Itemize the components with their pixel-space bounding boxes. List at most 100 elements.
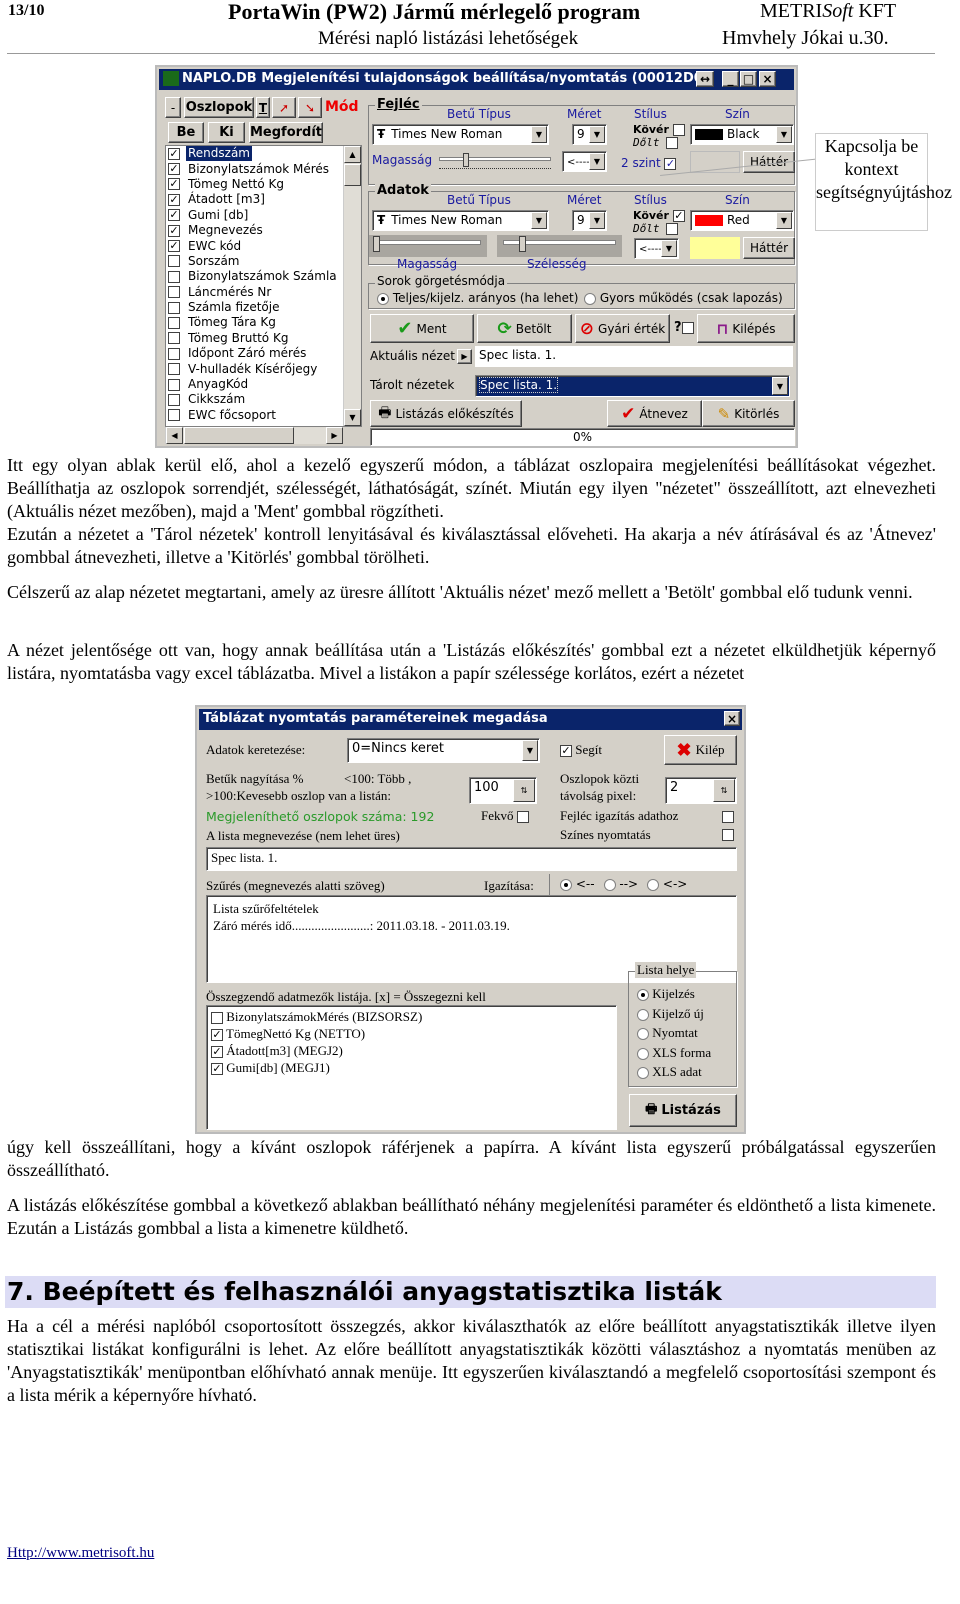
chevron-down-icon[interactable]: ▼	[661, 240, 677, 257]
header-italic[interactable]: Dőlt	[633, 136, 679, 149]
column-list-hscrollbar[interactable]: ◀ ▶	[165, 427, 343, 444]
all-off-button[interactable]: Ki	[208, 122, 245, 143]
column-list-item[interactable]: AnyagKód	[166, 377, 361, 392]
delete-button[interactable]: ✎ Kitörlés	[702, 400, 795, 427]
list-button[interactable]: 🖶 Listázás	[629, 1094, 737, 1127]
column-checkbox[interactable]: ✓	[168, 178, 180, 191]
column-checkbox[interactable]	[168, 316, 180, 329]
output-option[interactable]: Nyomtat	[637, 1023, 711, 1043]
column-checkbox[interactable]	[168, 347, 180, 360]
chevron-down-icon[interactable]: ▼	[589, 212, 605, 229]
alignment-option[interactable]: -->	[603, 877, 638, 896]
spin-arrows-icon[interactable]: ⇅	[713, 779, 735, 802]
column-list-item[interactable]: Tömeg Bruttó Kg	[166, 331, 361, 346]
output-radio[interactable]	[637, 1028, 649, 1041]
data-width-slider[interactable]	[497, 235, 622, 257]
column-list-item[interactable]: Számla fizetője	[166, 300, 361, 315]
alignment-radio[interactable]	[560, 878, 572, 891]
chevron-down-icon[interactable]: ▼	[776, 126, 792, 143]
sum-field-checkbox[interactable]	[211, 1012, 223, 1025]
scroll-thumb[interactable]	[344, 164, 361, 186]
column-list-item[interactable]: V-hulladék Kísérőjegy	[166, 361, 361, 376]
prepare-list-button[interactable]: 🖶 Listázás előkészítés	[370, 400, 522, 427]
column-checkbox[interactable]: ✓	[168, 147, 180, 160]
sum-field-checkbox[interactable]: ✓	[211, 1029, 223, 1042]
column-checkbox[interactable]: ✓	[168, 209, 180, 222]
scroll-option-fast[interactable]: Gyors működés (csak lapozás)	[584, 291, 783, 305]
scroll-left-button[interactable]: ◀	[166, 427, 183, 444]
column-checkbox[interactable]	[168, 301, 180, 314]
sum-field-item[interactable]: BizonylatszámokMérés (BIZSORSZ)	[211, 1008, 612, 1025]
column-list-item[interactable]: ✓ EWC kód	[166, 238, 361, 253]
output-radio[interactable]	[637, 1047, 649, 1060]
hscroll-thumb[interactable]	[184, 427, 294, 444]
footer-link[interactable]: Http://www.metrisoft.hu	[7, 1545, 154, 1562]
column-list-item[interactable]: ✓ Tömeg Nettó Kg	[166, 177, 361, 192]
data-font-select[interactable]: Ŧ Times New Roman ▼	[372, 210, 549, 231]
column-checkbox[interactable]	[168, 409, 180, 422]
data-color-select[interactable]: Red ▼	[690, 210, 794, 231]
column-checkbox[interactable]	[168, 332, 180, 345]
two-level-checkbox[interactable]: ✓	[664, 157, 677, 170]
header-italic-checkbox[interactable]	[666, 137, 679, 149]
close-button[interactable]: ×	[724, 711, 740, 726]
output-radio[interactable]	[637, 1067, 649, 1080]
chevron-down-icon[interactable]: ▼	[531, 212, 547, 229]
gap-spinner[interactable]: 2 ⇅	[665, 777, 737, 804]
chevron-down-icon[interactable]: ▼	[522, 740, 538, 761]
data-size-select[interactable]: 9 ▼	[572, 210, 607, 231]
landscape-checkbox[interactable]	[516, 811, 529, 824]
help-toggle[interactable]: ✓ Segít	[560, 742, 602, 758]
current-view-arrow-button[interactable]: ▶	[457, 349, 472, 364]
font-button[interactable]: T	[256, 97, 270, 118]
column-list-item[interactable]: Tömeg Tára Kg	[166, 315, 361, 330]
column-list-item[interactable]: EWC főcsoport	[166, 408, 361, 423]
load-button[interactable]: ⟳ Betölt	[477, 314, 572, 343]
sum-field-item[interactable]: ✓ Átadott[m3] (MEGJ2)	[211, 1042, 612, 1059]
header-height-slider[interactable]	[439, 153, 551, 169]
column-checkbox[interactable]	[168, 393, 180, 406]
sum-field-item[interactable]: ✓ TömegNettó Kg (NETTO)	[211, 1025, 612, 1042]
chevron-down-icon[interactable]: ▼	[589, 153, 605, 170]
sum-field-checkbox[interactable]: ✓	[211, 1046, 223, 1059]
column-list-item[interactable]: ✓ Átadott [m3]	[166, 192, 361, 207]
chevron-down-icon[interactable]: ▼	[776, 212, 792, 229]
column-checkbox[interactable]	[168, 270, 180, 283]
current-view-input[interactable]: Spec lista. 1.	[475, 346, 793, 367]
header-align-checkbox[interactable]	[722, 811, 734, 823]
column-list-scrollbar[interactable]: ▲ ▼	[343, 146, 361, 426]
sum-field-checkbox[interactable]: ✓	[211, 1063, 223, 1076]
alignment-option[interactable]: <--	[560, 877, 595, 896]
column-list-item[interactable]: Időpont Záró mérés	[166, 346, 361, 361]
factory-defaults-button[interactable]: ⊘ Gyári érték	[575, 314, 670, 343]
data-align-select[interactable]: <---- ▼	[634, 238, 679, 259]
maximize-button[interactable]: □	[740, 71, 757, 87]
chevron-down-icon[interactable]: ▼	[531, 126, 547, 143]
slider-thumb[interactable]	[519, 236, 526, 252]
alignment-option[interactable]: <->	[647, 877, 687, 896]
column-list-item[interactable]: Sorszám	[166, 254, 361, 269]
scroll-option-full[interactable]: Teljes/kijelz. arányos (ha lehet)	[377, 291, 578, 305]
exit-button[interactable]: ⊓ Kilépés	[697, 314, 795, 343]
column-checkbox[interactable]	[168, 255, 180, 268]
context-help-checkbox[interactable]	[681, 321, 694, 334]
column-checkbox[interactable]: ✓	[168, 224, 180, 237]
output-option[interactable]: XLS adat	[637, 1062, 711, 1082]
stored-views-select[interactable]: Spec lista. 1. ▼	[475, 375, 790, 397]
columns-button[interactable]: Oszlopok	[184, 97, 254, 118]
header-bold[interactable]: Kövér	[633, 123, 685, 136]
output-radio[interactable]	[637, 989, 649, 1002]
chevron-down-icon[interactable]: ▼	[772, 377, 788, 395]
output-option[interactable]: XLS forma	[637, 1043, 711, 1063]
landscape-toggle[interactable]: Fekvő	[481, 808, 529, 824]
column-list-item[interactable]: ✓ Rendszám	[166, 146, 361, 162]
column-checkbox[interactable]	[168, 378, 180, 391]
column-list-item[interactable]: ✓ Megnevezés	[166, 223, 361, 238]
data-bold[interactable]: Kövér ✓	[633, 209, 685, 222]
border-select[interactable]: 0=Nincs keret ▼	[347, 738, 540, 763]
header-color-select[interactable]: Black ▼	[690, 124, 794, 145]
sum-fields-list[interactable]: BizonylatszámokMérés (BIZSORSZ) ✓ TömegNe…	[206, 1005, 617, 1130]
data-bg-button[interactable]: Háttér	[743, 237, 795, 259]
header-bold-checkbox[interactable]	[672, 124, 685, 136]
column-checkbox[interactable]: ✓	[168, 240, 180, 253]
